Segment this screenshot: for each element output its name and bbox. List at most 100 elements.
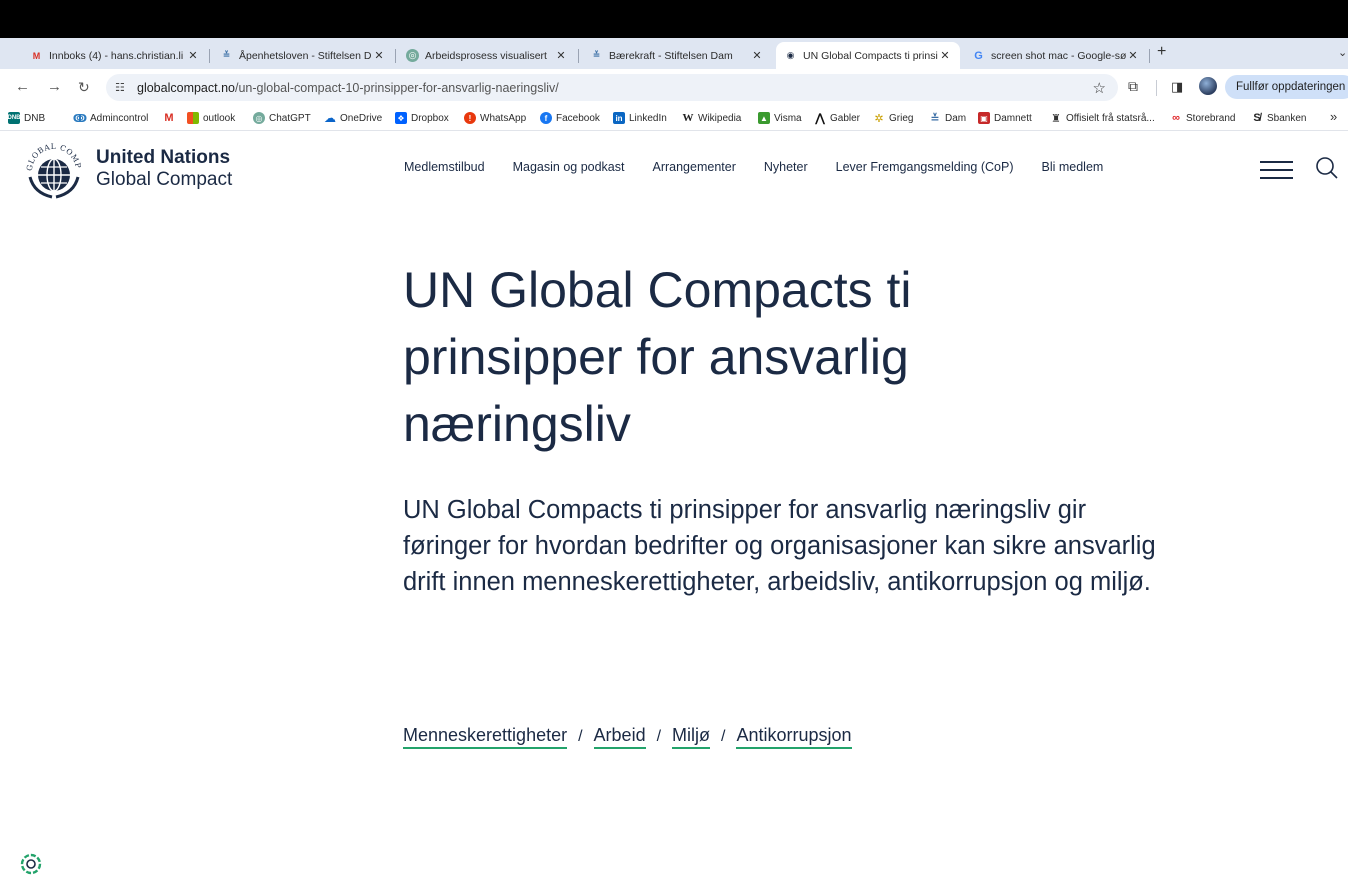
microsoft-icon [187, 112, 199, 124]
close-icon[interactable]: ✕ [554, 49, 568, 62]
tab-title: Arbeidsprosess visualisert [425, 49, 547, 62]
bookmark-gmail[interactable]: M [163, 112, 179, 124]
storebrand-icon: ∞ [1172, 112, 1180, 124]
sbanken-icon: S̸ [1253, 112, 1261, 124]
damnett-icon: ▣ [978, 112, 990, 124]
nav-item-medlemstilbud[interactable]: Medlemstilbud [404, 160, 485, 174]
nav-item-magasin-og-podkast[interactable]: Magasin og podkast [513, 160, 625, 174]
regjeringen-icon: ♜ [1051, 112, 1061, 125]
system-top-bar [0, 0, 1348, 38]
bookmarks-bar: DNB DNB ↂ Admincontrol M outlook ◎ ChatGPT … [0, 106, 1348, 131]
cookie-consent-icon[interactable] [20, 853, 42, 875]
bookmark-sbanken[interactable]: S̸ Sbanken [1251, 112, 1306, 124]
dam-icon: ≚ [930, 112, 940, 125]
hamburger-menu-icon[interactable] [1260, 161, 1293, 180]
bookmark-onedrive[interactable]: ☁ OneDrive [324, 111, 382, 125]
admincontrol-icon: ↂ [72, 112, 88, 125]
address-bar[interactable]: ☷ globalcompact.no/un-global-compact-10-… [106, 74, 1118, 101]
grieg-icon: ✲ [874, 112, 884, 125]
bookmark-dam[interactable]: ≚ Dam [929, 112, 966, 125]
page-title: UN Global Compacts ti prinsipper for ans… [403, 262, 912, 452]
tab-gmail[interactable]: M Innboks (4) - hans.christian.li ✕ [22, 42, 208, 69]
tab-search-chevron-icon[interactable]: ⌄ [1338, 46, 1347, 59]
topic-tags: Menneskerettigheter / Arbeid / Miljø / A… [403, 725, 852, 749]
onedrive-icon: ☁ [324, 111, 336, 125]
tag-separator: / [721, 728, 726, 745]
tab-google-search[interactable]: G screen shot mac - Google-sø ✕ [964, 42, 1148, 69]
bookmark-regjeringen[interactable]: ♜ Offisielt frå statsrå... [1050, 112, 1155, 125]
extensions-puzzle-icon[interactable]: ⧉ [1128, 78, 1138, 95]
chatgpt-icon: ◎ [406, 49, 419, 62]
tag-separator: / [578, 728, 583, 745]
logo-line-1: United Nations [96, 147, 231, 168]
visma-icon: ▲ [758, 112, 770, 124]
tab-title: Bærekraft - Stiftelsen Dam [609, 49, 733, 62]
bookmark-wikipedia[interactable]: W Wikipedia [682, 112, 742, 124]
search-icon[interactable] [1315, 156, 1339, 180]
toolbar: ← → ↻ ☷ globalcompact.no/un-global-compa… [0, 69, 1348, 106]
side-panel-icon[interactable]: ◨ [1171, 79, 1183, 95]
tab-un-global-compact[interactable]: ◉ UN Global Compacts ti prinsip ✕ [776, 42, 960, 69]
close-icon[interactable]: ✕ [372, 49, 386, 62]
bookmark-dropbox[interactable]: ❖ Dropbox [395, 112, 449, 124]
tab-title: UN Global Compacts ti prinsip [803, 49, 938, 62]
close-icon[interactable]: ✕ [186, 49, 200, 62]
bookmark-facebook[interactable]: f Facebook [540, 112, 600, 124]
bookmark-admincontrol[interactable]: ↂ Admincontrol [72, 112, 148, 125]
new-tab-button[interactable]: + [1157, 43, 1166, 61]
gabler-icon: ⋀ [814, 111, 826, 125]
close-icon[interactable]: ✕ [938, 49, 952, 62]
tag-arbeid[interactable]: Arbeid [593, 725, 646, 749]
tag-separator: / [656, 728, 662, 745]
bookmark-chatgpt[interactable]: ◎ ChatGPT [253, 112, 311, 124]
tag-antikorrupsjon[interactable]: Antikorrupsjon [736, 725, 852, 749]
bookmark-visma[interactable]: ▲ Visma [758, 112, 802, 124]
tag-miljo[interactable]: Miljø [672, 725, 711, 749]
back-arrow-icon[interactable]: ← [15, 78, 30, 95]
reload-icon[interactable]: ↻ [78, 79, 90, 96]
bookmark-star-icon[interactable]: ☆ [1093, 79, 1106, 97]
bookmark-storebrand[interactable]: ∞ Storebrand [1170, 112, 1235, 124]
tab-title: Åpenhetsloven - Stiftelsen Da [239, 49, 372, 62]
bookmark-gabler[interactable]: ⋀ Gabler [814, 111, 860, 125]
bookmark-outlook[interactable]: outlook [187, 112, 235, 124]
close-icon[interactable]: ✕ [1126, 49, 1140, 62]
google-icon: G [974, 49, 983, 62]
tab-apenhetsloven[interactable]: ≚ Åpenhetsloven - Stiftelsen Da ✕ [212, 42, 394, 69]
nav-item-fremgangsmelding[interactable]: Lever Fremgangsmelding (CoP) [836, 160, 1014, 174]
nav-item-arrangementer[interactable]: Arrangementer [652, 160, 735, 174]
tab-baerekraft[interactable]: ≚ Bærekraft - Stiftelsen Dam ✕ [582, 42, 772, 69]
nav-item-bli-medlem[interactable]: Bli medlem [1042, 160, 1104, 174]
tab-arbeidsprosess[interactable]: ◎ Arbeidsprosess visualisert ✕ [398, 42, 576, 69]
profile-avatar[interactable] [1199, 77, 1217, 95]
nav-item-nyheter[interactable]: Nyheter [764, 160, 808, 174]
forward-arrow-icon[interactable]: → [47, 78, 62, 95]
dam-icon: ≚ [592, 50, 601, 60]
url-text: globalcompact.no/un-global-compact-10-pr… [137, 81, 559, 95]
bookmark-linkedin[interactable]: in LinkedIn [613, 112, 667, 124]
un-emblem-icon: GLOBAL COMPACT [22, 137, 82, 199]
close-icon[interactable]: ✕ [750, 49, 764, 62]
url-host: globalcompact.no [137, 80, 235, 95]
logo-text: United Nations Global Compact [96, 147, 232, 191]
site-settings-icon[interactable]: ☷ [115, 81, 131, 94]
bookmark-dnb[interactable]: DNB DNB [8, 112, 45, 124]
tag-menneskerettigheter[interactable]: Menneskerettigheter [403, 725, 568, 749]
un-globe-icon: ◉ [786, 50, 795, 60]
gmail-icon: M [164, 112, 174, 124]
tab-strip: M Innboks (4) - hans.christian.li ✕ ≚ Åp… [0, 38, 1348, 69]
linkedin-icon: in [613, 112, 625, 124]
bookmarks-overflow-button[interactable]: » [1330, 109, 1337, 124]
site-logo[interactable]: GLOBAL COMPACT United Nations Global Com… [22, 137, 262, 201]
wikipedia-icon: W [682, 112, 694, 124]
bookmark-damnett[interactable]: ▣ Damnett [978, 112, 1032, 124]
logo-line-2: Global Compact [96, 169, 233, 190]
tab-title: screen shot mac - Google-sø [991, 49, 1126, 62]
gmail-icon: M [32, 50, 41, 61]
bookmark-grieg[interactable]: ✲ Grieg [873, 112, 913, 125]
whatsapp-icon: ! [464, 112, 476, 124]
dnb-icon: DNB [8, 112, 21, 124]
web-page: GLOBAL COMPACT United Nations Global Com… [0, 131, 1348, 876]
update-button[interactable]: Fullfør oppdateringen [1225, 75, 1348, 99]
bookmark-whatsapp[interactable]: ! WhatsApp [464, 112, 526, 124]
